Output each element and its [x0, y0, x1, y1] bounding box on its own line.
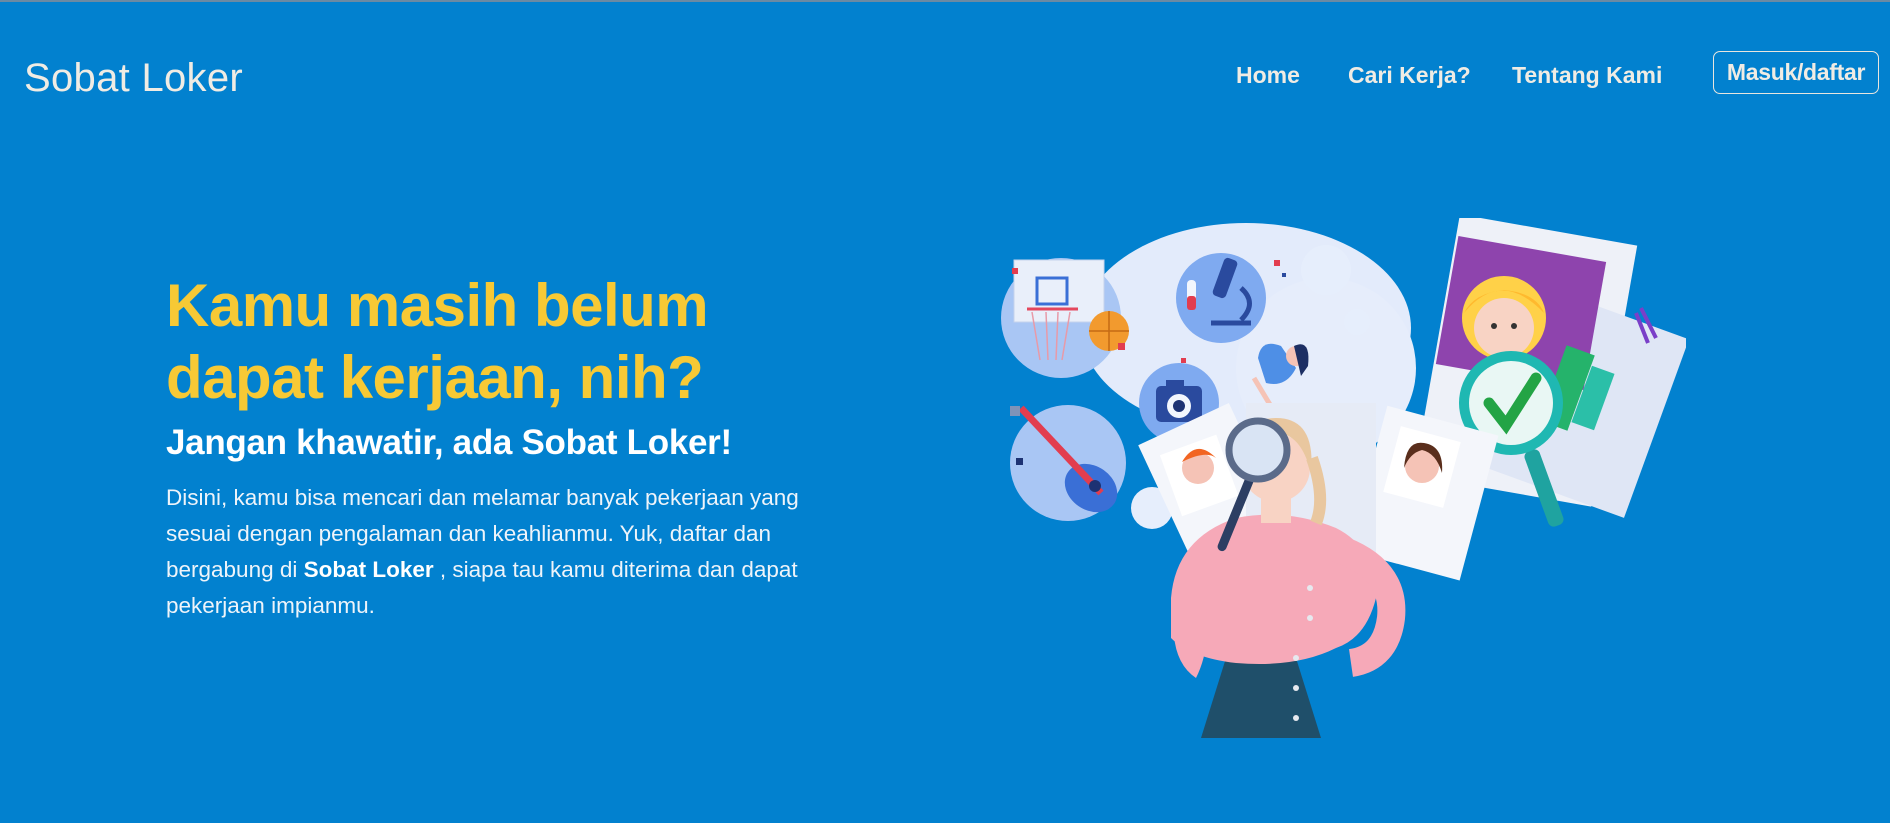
avatar-blonde — [1462, 276, 1546, 360]
login-register-button[interactable]: Masuk/daftar — [1713, 51, 1879, 94]
hero-description-brand: Sobat Loker — [303, 557, 434, 582]
job-search-illustration — [1001, 218, 1686, 738]
hero-title: Kamu masih belum dapat kerjaan, nih? — [166, 272, 709, 411]
nav-tentang-kami[interactable]: Tentang Kami — [1512, 62, 1662, 89]
hero-subtitle: Jangan khawatir, ada Sobat Loker! — [166, 423, 732, 462]
brand-logo[interactable]: Sobat Loker — [24, 56, 243, 101]
nav-home[interactable]: Home — [1236, 62, 1300, 89]
navbar: Sobat Loker Home Cari Kerja? Tentang Kam… — [0, 0, 1890, 160]
hero-description: Disini, kamu bisa mencari dan melamar ba… — [166, 480, 826, 624]
nav-cari-kerja[interactable]: Cari Kerja? — [1348, 62, 1471, 89]
guitar-icon — [1010, 405, 1126, 521]
